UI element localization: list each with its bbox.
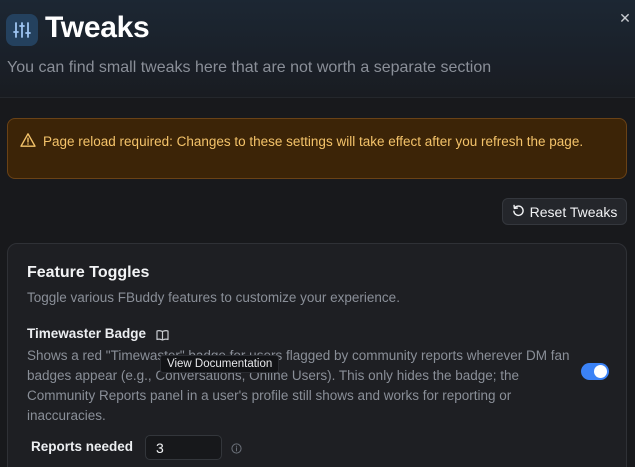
section-description: Toggle various FBuddy features to custom… xyxy=(27,290,400,305)
reset-tweaks-button[interactable]: Reset Tweaks xyxy=(502,198,627,225)
reset-icon xyxy=(512,204,525,220)
page-title: Tweaks xyxy=(45,11,150,44)
info-icon[interactable] xyxy=(231,441,242,459)
sliders-icon xyxy=(6,14,38,46)
page-subtitle: You can find small tweaks here that are … xyxy=(7,59,492,76)
page-header: Tweaks You can find small tweaks here th… xyxy=(0,0,635,98)
reports-needed-input[interactable] xyxy=(145,435,222,460)
timewaster-badge-label: Timewaster Badge xyxy=(27,326,147,341)
warning-text: Page reload required: Changes to these s… xyxy=(43,134,584,149)
reports-needed-label: Reports needed xyxy=(31,439,134,454)
reload-warning-banner: Page reload required: Changes to these s… xyxy=(7,118,627,179)
timewaster-badge-description: Shows a red "Timewaster" badge for users… xyxy=(27,348,570,423)
book-icon[interactable] xyxy=(156,328,169,346)
timewaster-badge-toggle[interactable] xyxy=(581,363,609,380)
feature-toggles-card: Feature Toggles Toggle various FBuddy fe… xyxy=(7,243,627,467)
section-title: Feature Toggles xyxy=(27,264,150,281)
view-documentation-tooltip: View Documentation xyxy=(160,355,280,373)
toggle-knob xyxy=(594,365,607,378)
close-icon[interactable]: ✕ xyxy=(617,10,633,26)
reset-tweaks-label: Reset Tweaks xyxy=(529,203,618,220)
warning-icon xyxy=(20,132,36,153)
